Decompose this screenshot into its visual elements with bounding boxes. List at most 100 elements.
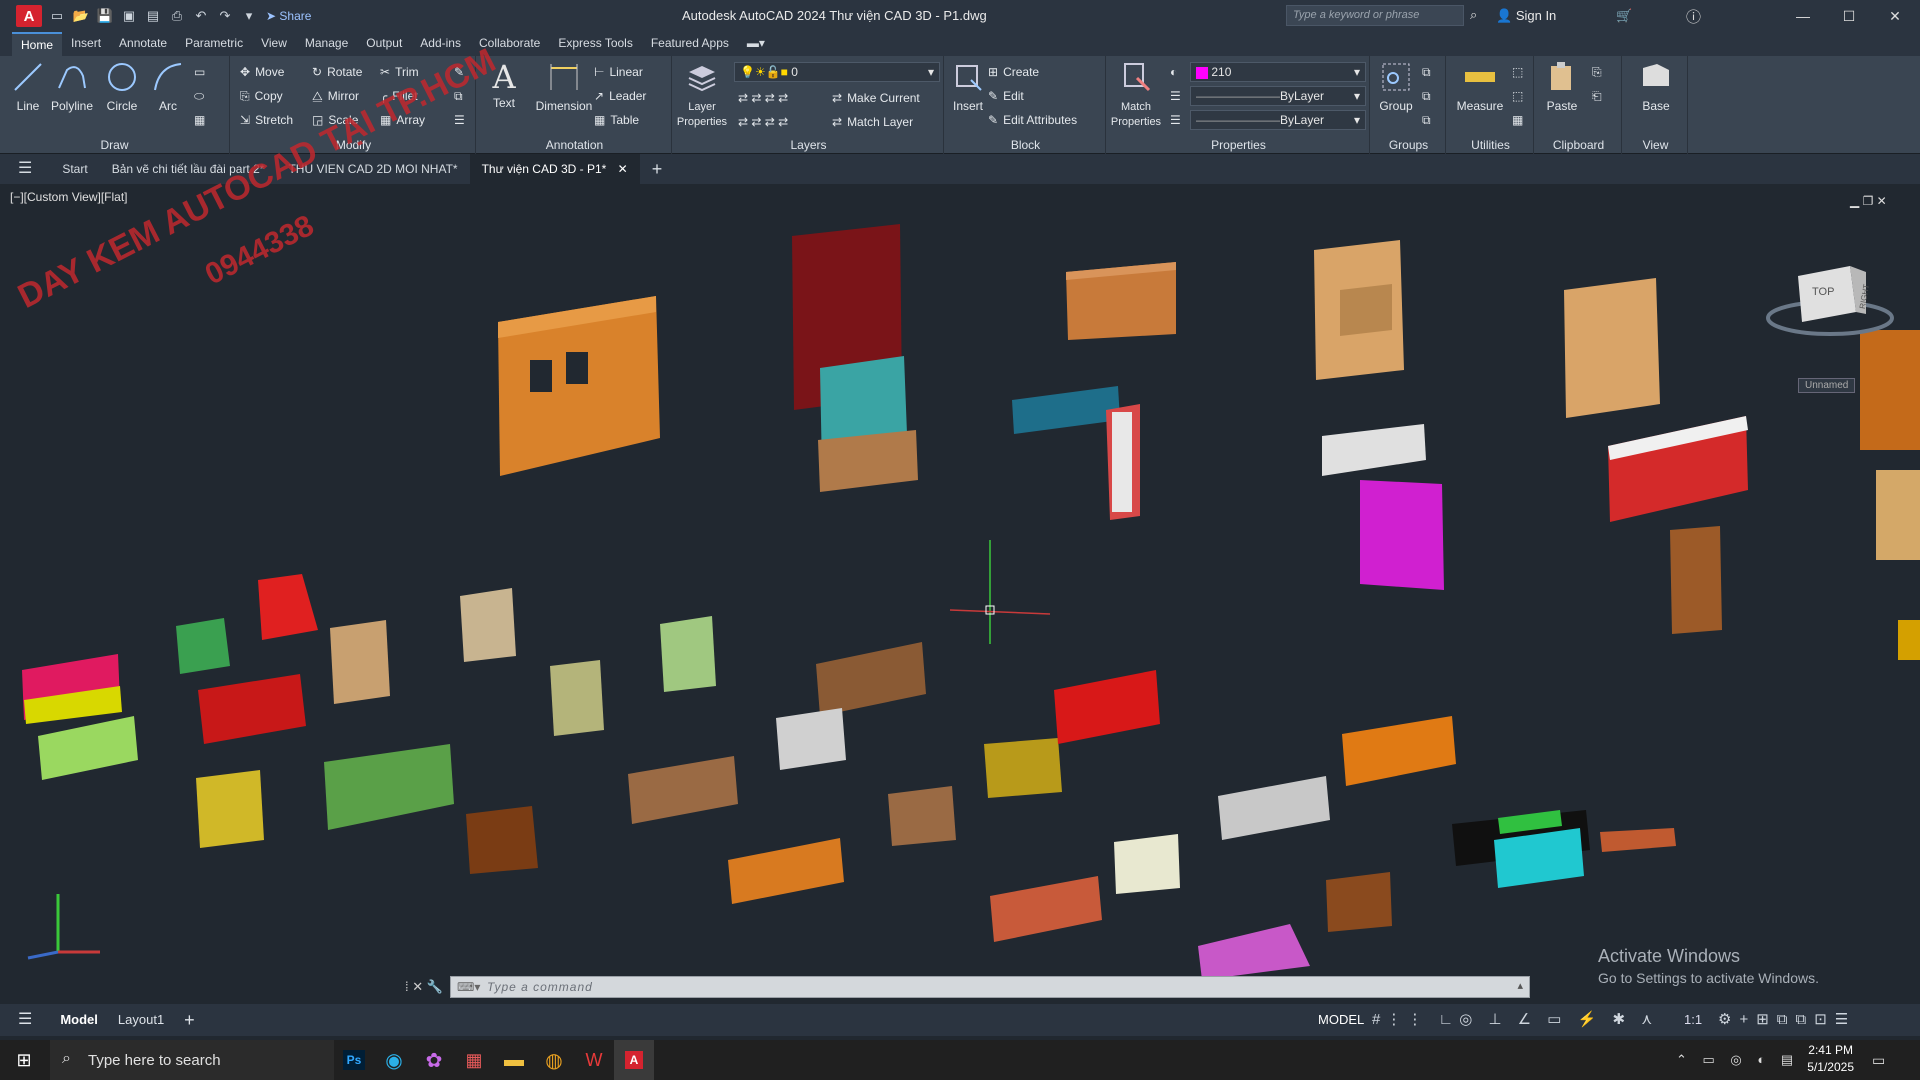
group-button[interactable]: Group [1374,60,1418,113]
wall-cabinet-1[interactable] [498,296,660,476]
file-tab-start[interactable]: Start [50,154,99,184]
layer-properties-button[interactable]: Layer Properties [674,60,730,129]
autocad-logo-icon[interactable]: A [16,5,42,27]
partial-object-right[interactable] [1860,330,1920,660]
annotation-panel-title[interactable]: Annotation [478,138,671,152]
match-properties-button[interactable]: Match Properties [1108,60,1164,129]
small-bookcase[interactable] [1670,526,1722,634]
share-button[interactable]: ➤ Share [266,9,311,23]
taskbar-search-input[interactable]: Type here to search [50,1040,334,1080]
group-select-icon[interactable]: ⧉ [1422,110,1431,130]
sofa-salmon[interactable] [990,876,1102,942]
web-mobile-icon[interactable]: ▤ [144,7,162,25]
tv-cabinet[interactable] [1012,386,1140,520]
view-label[interactable]: [−][Custom View][Flat] [10,190,128,204]
armchair-red[interactable] [258,574,318,640]
viewcube[interactable] [1766,266,1894,336]
armchair-white[interactable] [776,708,846,770]
tab-featured-apps[interactable]: Featured Apps [642,32,738,56]
properties-panel-title[interactable]: Properties [1108,138,1369,152]
leader-button[interactable]: ↗ Leader [594,86,646,106]
customize-dropdown-icon[interactable]: ▾ [240,7,258,25]
tab-view[interactable]: View [252,32,296,56]
edge-icon[interactable]: ◉ [374,1040,414,1080]
panel-toggle-icon[interactable]: ▬▾ [738,32,774,56]
drawing-viewport[interactable]: [−][Custom View][Flat] TOP RIGHT Unnamed… [0,184,1920,1000]
armchair-sage[interactable] [660,616,716,692]
shelf-unit-1[interactable] [1314,240,1404,380]
tab-manage[interactable]: Manage [296,32,357,56]
tab-insert[interactable]: Insert [62,32,110,56]
armchair-olive[interactable] [984,738,1062,798]
bar-counter[interactable] [1608,416,1748,522]
model-space-button[interactable]: MODEL [1318,1012,1364,1027]
dining-set[interactable] [1452,810,1676,888]
corner-cabinet[interactable] [1066,262,1176,340]
create-block-button[interactable]: ⊞ Create [988,62,1039,82]
layer-dropdown[interactable]: 💡☀🔓■ 0 ▾ [734,62,940,82]
tab-home[interactable]: Home [12,32,63,56]
viewport-controls[interactable]: ▁ ❐ ✕ [1850,194,1887,208]
layout-tab-layout1[interactable]: Layout1 [108,1004,174,1036]
measure-button[interactable]: Measure [1452,60,1508,113]
save-as-icon[interactable]: ▣ [120,7,138,25]
clipboard-panel-title[interactable]: Clipboard [1536,138,1621,152]
search-icon[interactable]: ⌕ [1470,7,1477,23]
line-button[interactable]: Line [6,60,50,113]
move-button[interactable]: ✥ Move [240,62,284,82]
stretch-button[interactable]: ⇲ Stretch [240,110,293,130]
chaise-purple[interactable] [1198,924,1310,980]
command-expand-icon[interactable]: ▴ [1517,979,1523,992]
close-button[interactable]: ✕ [1872,0,1918,32]
armchair-brown[interactable] [466,806,538,874]
command-history-icon[interactable]: ⌨▾ [457,980,480,994]
open-file-icon[interactable]: 📂 [72,7,90,25]
layer-tools-row2[interactable]: ⇄ ⇄ ⇄ ⇄ [738,112,788,132]
plot-icon[interactable]: ⎙ [168,7,186,25]
edit-block-button[interactable]: ✎ Edit [988,86,1024,106]
sofa-light-green[interactable] [38,716,138,780]
undo-icon[interactable]: ↶ [192,7,210,25]
redo-icon[interactable]: ↷ [216,7,234,25]
group-edit-icon[interactable]: ⧉ [1422,86,1431,106]
command-close-icon[interactable]: ⁞ ✕ 🔧 [405,979,443,995]
new-file-icon[interactable]: ▭ [48,7,66,25]
armchair-yellow[interactable] [196,770,264,848]
dimension-button[interactable]: Dimension [532,60,596,113]
named-view-button[interactable]: Unnamed [1798,378,1856,393]
make-current-button[interactable]: ⇄ Make Current [832,88,920,108]
rectangle-icon[interactable]: ▭ [194,62,205,82]
id-point-icon[interactable]: ⬚ [1512,86,1523,106]
file-tab-thu-vien-3d[interactable]: Thư viện CAD 3D - P1* ✕ [469,154,640,184]
cut-icon[interactable]: ⎗ [1592,86,1602,106]
command-line[interactable]: ⁞ ✕ 🔧 ⌨▾ Type a command ▴ [405,976,1530,998]
sofa-red[interactable] [198,674,306,744]
search-input[interactable]: Type a keyword or phrase [1286,5,1464,26]
utilities-panel-title[interactable]: Utilities [1448,138,1533,152]
close-tab-icon[interactable]: ✕ [618,162,628,176]
status-tools[interactable]: ⚙+⊞⧉⧉⊡☰ [1718,1010,1856,1028]
circle-button[interactable]: Circle [100,60,144,113]
notification-icon[interactable]: ▭ [1872,1052,1885,1069]
edit-attributes-button[interactable]: ✎ Edit Attributes [988,110,1077,130]
shelf-unit-2[interactable] [1564,278,1660,418]
help-icon[interactable]: ⓘ [1686,6,1701,27]
linear-button[interactable]: ⊢ Linear [594,62,643,82]
system-tray-icons[interactable]: ⌃ ▭ ◎ ◐ ▤ [1676,1052,1799,1068]
armchair-brown-3[interactable] [1326,872,1392,932]
linetype-dropdown[interactable]: ———————ByLayer ▾ [1190,86,1366,106]
sofa-brown-large[interactable] [816,642,926,716]
windows-start-icon[interactable]: ⊞ [4,1040,44,1080]
insert-button[interactable]: Insert [946,60,990,113]
tab-express-tools[interactable]: Express Tools [549,32,641,56]
sofa-red-yellow[interactable] [22,654,122,724]
sofa-white[interactable] [1218,776,1330,840]
app-menu-icon[interactable]: ☰ [0,154,50,184]
offset-icon[interactable]: ☰ [454,110,465,130]
hatch-icon[interactable]: ▦ [194,110,205,130]
sofa-tan[interactable] [628,756,738,824]
copilot-icon[interactable]: ✿ [414,1040,454,1080]
cart-icon[interactable]: 🛒 [1616,8,1632,24]
reception-counter[interactable] [1322,424,1444,590]
autocad-taskbar-icon[interactable]: A [614,1040,654,1080]
